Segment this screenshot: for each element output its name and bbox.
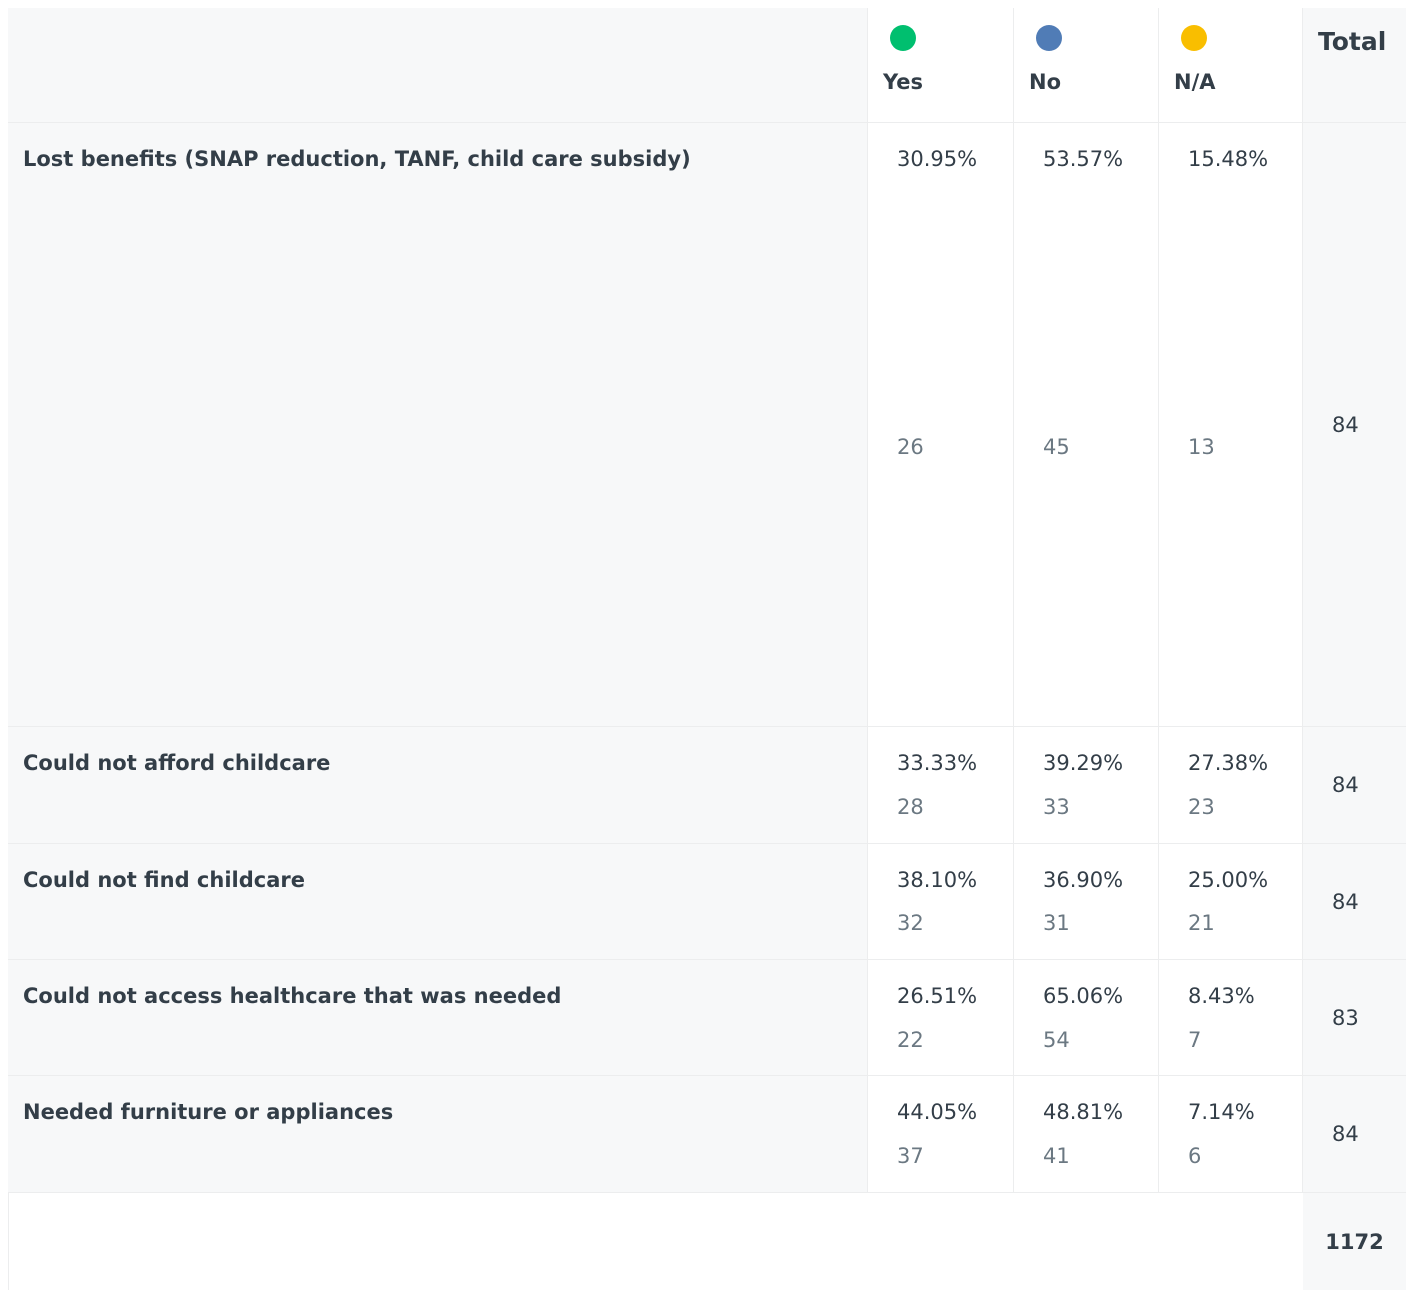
row-label: Lost benefits (SNAP reduction, TANF, chi… (23, 147, 691, 171)
na-color-dot-icon (1181, 25, 1207, 51)
count-value: 54 (1043, 1028, 1070, 1052)
row-label: Could not afford childcare (23, 751, 331, 775)
count-value: 23 (1188, 795, 1215, 819)
count-value: 32 (897, 911, 924, 935)
column-header-yes: Yes (868, 8, 1014, 123)
no-cell: 53.57% 45 (1014, 123, 1159, 727)
row-label-cell: Could not find childcare (8, 844, 868, 960)
column-header-no: No (1014, 8, 1159, 123)
yes-cell: 44.05% 37 (868, 1076, 1014, 1193)
no-cell: 48.81% 41 (1014, 1076, 1159, 1193)
na-cell: 25.00% 21 (1159, 844, 1303, 960)
na-cell: 27.38% 23 (1159, 727, 1303, 844)
count-value: 45 (1043, 435, 1070, 459)
yes-cell: 26.51% 22 (868, 960, 1014, 1076)
na-cell: 7.14% 6 (1159, 1076, 1303, 1193)
percent-value: 53.57% (1043, 147, 1124, 171)
table-footer: 1172 (8, 1193, 1406, 1290)
table-header: Yes No N/A Total (8, 8, 1406, 123)
yes-color-dot-icon (890, 25, 916, 51)
count-value: 13 (1188, 435, 1215, 459)
header-blank (8, 8, 868, 123)
no-color-dot-icon (1036, 25, 1062, 51)
column-header-na: N/A (1159, 8, 1303, 123)
percent-value: 7.14% (1188, 1100, 1255, 1124)
column-label: Yes (883, 70, 924, 94)
table-row: Could not afford childcare 33.33% 28 39.… (8, 727, 1406, 844)
table-row: Needed furniture or appliances 44.05% 37… (8, 1076, 1406, 1193)
percent-value: 15.48% (1188, 147, 1269, 171)
row-label-cell: Lost benefits (SNAP reduction, TANF, chi… (8, 123, 868, 727)
count-value: 6 (1188, 1144, 1202, 1168)
na-cell: 15.48% 13 (1159, 123, 1303, 727)
count-value: 22 (897, 1028, 924, 1052)
table-row: Could not find childcare 38.10% 32 36.90… (8, 844, 1406, 960)
row-total: 84 (1303, 1076, 1406, 1193)
row-total: 84 (1303, 727, 1406, 844)
yes-cell: 30.95% 26 (868, 123, 1014, 727)
percent-value: 8.43% (1188, 984, 1255, 1008)
count-value: 28 (897, 795, 924, 819)
percent-value: 48.81% (1043, 1100, 1124, 1124)
percent-value: 33.33% (897, 751, 978, 775)
count-value: 33 (1043, 795, 1070, 819)
na-cell: 8.43% 7 (1159, 960, 1303, 1076)
percent-value: 26.51% (897, 984, 978, 1008)
row-label: Could not find childcare (23, 868, 305, 892)
no-cell: 65.06% 54 (1014, 960, 1159, 1076)
yes-cell: 33.33% 28 (868, 727, 1014, 844)
count-value: 21 (1188, 911, 1215, 935)
no-cell: 39.29% 33 (1014, 727, 1159, 844)
no-cell: 36.90% 31 (1014, 844, 1159, 960)
count-value: 37 (897, 1144, 924, 1168)
table-row: Could not access healthcare that was nee… (8, 960, 1406, 1076)
grand-total: 1172 (1303, 1193, 1406, 1290)
row-label: Could not access healthcare that was nee… (23, 984, 562, 1008)
percent-value: 44.05% (897, 1100, 978, 1124)
column-header-total: Total (1303, 8, 1406, 123)
row-total: 84 (1303, 123, 1406, 727)
row-label-cell: Needed furniture or appliances (8, 1076, 868, 1193)
percent-value: 36.90% (1043, 868, 1124, 892)
column-label: No (1029, 70, 1062, 94)
percent-value: 30.95% (897, 147, 978, 171)
row-label: Needed furniture or appliances (23, 1100, 394, 1124)
footer-blank (8, 1193, 1303, 1290)
row-label-cell: Could not afford childcare (8, 727, 868, 844)
count-value: 7 (1188, 1028, 1202, 1052)
row-total: 84 (1303, 844, 1406, 960)
row-label-cell: Could not access healthcare that was nee… (8, 960, 868, 1076)
results-table: Yes No N/A Total Lost benefits (SNAP red… (8, 8, 1406, 1290)
row-total: 83 (1303, 960, 1406, 1076)
percent-value: 39.29% (1043, 751, 1124, 775)
count-value: 41 (1043, 1144, 1070, 1168)
yes-cell: 38.10% 32 (868, 844, 1014, 960)
percent-value: 25.00% (1188, 868, 1269, 892)
total-header-label: Total (1318, 27, 1387, 56)
percent-value: 65.06% (1043, 984, 1124, 1008)
percent-value: 38.10% (897, 868, 978, 892)
table-row: Lost benefits (SNAP reduction, TANF, chi… (8, 123, 1406, 727)
count-value: 31 (1043, 911, 1070, 935)
percent-value: 27.38% (1188, 751, 1269, 775)
count-value: 26 (897, 435, 924, 459)
column-label: N/A (1174, 70, 1216, 94)
